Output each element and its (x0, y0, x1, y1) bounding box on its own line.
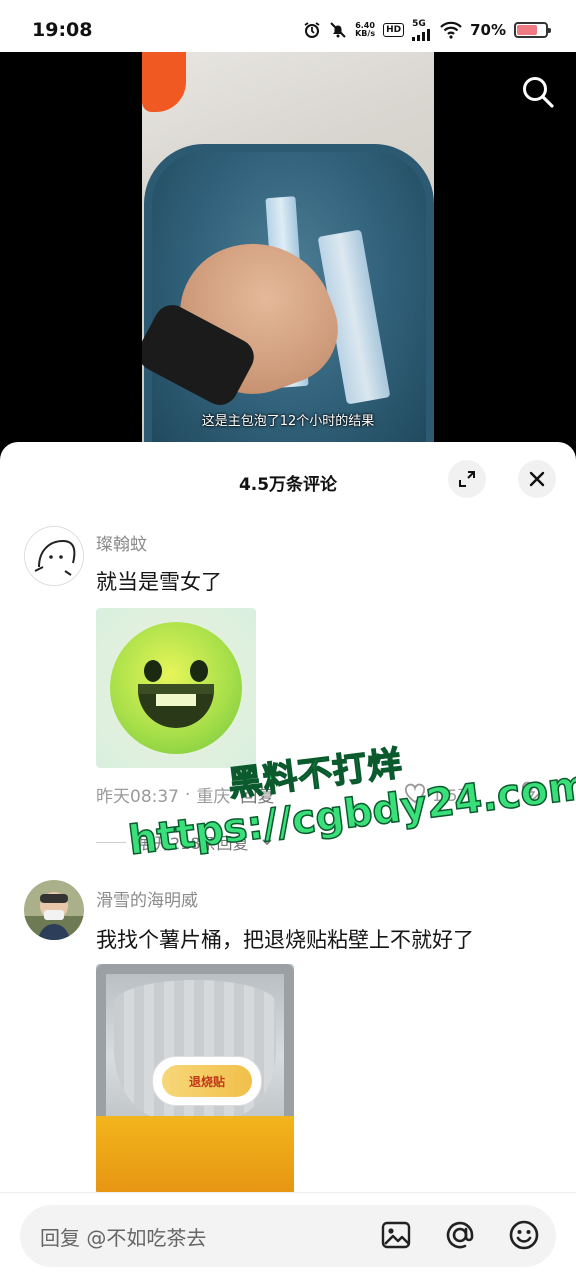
expand-icon (459, 471, 475, 487)
comment-image[interactable]: 退烧贴 (96, 964, 294, 1194)
fever-patch: 退烧贴 (152, 1056, 262, 1106)
battery-icon (514, 22, 551, 38)
comment-username[interactable]: 滑雪的海明威 (96, 886, 198, 911)
close-panel-button[interactable] (518, 460, 556, 498)
battery-percent: 70% (470, 21, 506, 39)
status-bar: 19:08 6.40 KB/s HD 5G 70% (0, 0, 576, 60)
comments-header: 4.5万条评论 (0, 442, 576, 520)
image-picker-button[interactable] (378, 1217, 414, 1253)
video-frame: 这是主包泡了12个小时的结果 (142, 52, 434, 444)
comment-text[interactable]: 我找个薯片桶，把退烧贴粘壁上不就好了 (96, 924, 474, 954)
emoji-button[interactable] (506, 1217, 542, 1253)
net-speed: 6.40 KB/s (355, 21, 376, 38)
comment-username[interactable]: 璨翰蚊 (96, 530, 147, 555)
signal-icon: 5G (412, 19, 432, 41)
can-label (96, 1116, 294, 1194)
expand-panel-button[interactable] (448, 460, 486, 498)
comments-panel: 4.5万条评论 璨翰蚊 就当是雪女了 昨天08:37 · 重庆 回复 1.5万 … (0, 442, 576, 1280)
video-subtitle: 这是主包泡了12个小时的结果 (201, 414, 375, 429)
emoji-icon (509, 1220, 539, 1250)
smiley-emoji (110, 622, 242, 754)
status-icons: 6.40 KB/s HD 5G 70% (303, 19, 551, 41)
hd-badge: HD (383, 23, 405, 37)
avatar[interactable] (24, 526, 84, 586)
image-icon (381, 1221, 411, 1249)
video-scene-object (142, 52, 186, 112)
search-icon (523, 77, 554, 108)
comment-text[interactable]: 就当是雪女了 (96, 566, 222, 596)
comment-image[interactable] (96, 608, 256, 768)
alarm-icon (303, 21, 321, 39)
close-icon (529, 471, 545, 487)
reply-placeholder: 回复 @不如吃茶去 (40, 1225, 207, 1250)
comments-title: 4.5万条评论 (238, 475, 338, 495)
at-icon (446, 1221, 474, 1249)
battery-fill (517, 25, 537, 35)
bell-muted-icon (329, 21, 347, 39)
video-player[interactable]: 这是主包泡了12个小时的结果 (0, 52, 576, 444)
wifi-icon (440, 21, 462, 39)
status-time: 19:08 (32, 19, 93, 41)
reply-bar: 回复 @不如吃茶去 (0, 1192, 576, 1280)
search-button[interactable] (518, 72, 558, 112)
mention-button[interactable] (442, 1217, 478, 1253)
avatar[interactable] (24, 880, 84, 940)
